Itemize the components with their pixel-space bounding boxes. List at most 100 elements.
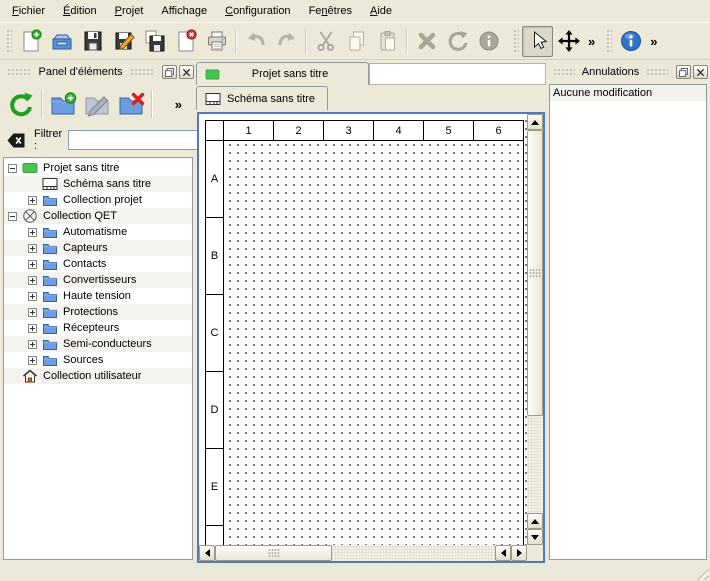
paste-button[interactable] (372, 26, 403, 57)
pan-mode-button[interactable] (553, 26, 584, 57)
new-document-button[interactable] (15, 26, 46, 57)
save-as-icon (112, 29, 136, 53)
project-info-button[interactable] (615, 26, 646, 57)
print-button[interactable] (201, 26, 232, 57)
scroll-left-button[interactable] (495, 545, 511, 561)
frame-column-label: 4 (373, 120, 424, 141)
folder-icon (42, 352, 59, 368)
tree-item-capteurs[interactable]: Capteurs (4, 240, 192, 256)
scroll-up-button[interactable] (527, 114, 543, 130)
undo-history-list[interactable]: Aucune modification (549, 84, 707, 560)
scroll-left-button[interactable] (199, 545, 215, 561)
tree-item-projet-sans-titre[interactable]: Projet sans titre (4, 160, 192, 176)
expand-expander[interactable] (28, 340, 37, 349)
scrollbar-thumb[interactable] (527, 130, 543, 416)
save-all-button[interactable] (139, 26, 170, 57)
frame-column-label: 3 (323, 120, 374, 141)
collapse-expander[interactable] (8, 212, 17, 221)
tree-item-haute-tension[interactable]: Haute tension (4, 288, 192, 304)
save-as-button[interactable] (108, 26, 139, 57)
copy-button[interactable] (341, 26, 372, 57)
horizontal-scrollbar[interactable] (199, 545, 527, 561)
new-category-button[interactable] (46, 87, 80, 121)
panel-overflow-chevron[interactable]: » (171, 97, 186, 112)
collapse-expander[interactable] (8, 164, 17, 173)
cut-button[interactable] (310, 26, 341, 57)
elements-panel: Panel d'éléments » Filtrer : (0, 60, 196, 581)
schema-canvas[interactable]: 1 2 3 4 5 6 A B C D E (199, 114, 527, 545)
project-icon (205, 69, 220, 80)
undo-history-item[interactable]: Aucune modification (550, 85, 706, 102)
selection-mode-button[interactable] (522, 26, 553, 57)
close-panel-button[interactable] (179, 65, 194, 79)
menu-configuration[interactable]: Configuration (217, 2, 298, 20)
expand-expander[interactable] (28, 308, 37, 317)
delete-category-button[interactable] (114, 87, 148, 121)
vertical-scrollbar[interactable] (527, 114, 543, 545)
clear-filter-button[interactable] (6, 130, 26, 150)
close-icon (696, 68, 705, 77)
toolbar-overflow-chevron[interactable]: » (584, 34, 599, 49)
expand-expander[interactable] (28, 196, 37, 205)
tree-item-recepteurs[interactable]: Récepteurs (4, 320, 192, 336)
menu-projet[interactable]: Projet (107, 2, 152, 20)
expand-expander[interactable] (28, 228, 37, 237)
project-tab-bar: Projet sans titre (196, 62, 546, 85)
tree-item-convertisseurs[interactable]: Convertisseurs (4, 272, 192, 288)
reload-collections-button[interactable] (4, 87, 38, 121)
open-project-button[interactable] (46, 26, 77, 57)
float-panel-button[interactable] (676, 65, 691, 79)
redo-button[interactable] (271, 26, 302, 57)
tree-item-schema-sans-titre[interactable]: Schéma sans titre (4, 176, 192, 192)
scroll-right-button[interactable] (511, 545, 527, 561)
open-icon (50, 29, 74, 53)
expand-expander[interactable] (28, 244, 37, 253)
menu-aide[interactable]: Aide (362, 2, 400, 20)
tab-schema-sans-titre[interactable]: Schéma sans titre (196, 86, 328, 110)
elements-panel-titlebar[interactable]: Panel d'éléments (2, 62, 194, 82)
close-panel-button[interactable] (693, 65, 708, 79)
print-icon (205, 29, 229, 53)
menu-edition[interactable]: Édition (55, 2, 105, 20)
frame-row-label: D (205, 371, 224, 449)
toolbar-drag-handle[interactable] (605, 28, 612, 54)
toolbar-overflow-chevron[interactable]: » (646, 34, 661, 49)
scroll-down-button[interactable] (527, 529, 543, 545)
tab-bar-empty-area (369, 63, 546, 85)
toolbar-drag-handle[interactable] (5, 28, 12, 54)
toolbar-drag-handle[interactable] (512, 28, 519, 54)
tree-item-collection-utilisateur[interactable]: Collection utilisateur (4, 368, 192, 384)
frame-corner-cell (205, 120, 224, 141)
edit-category-button[interactable] (80, 87, 114, 121)
toolbar-separator (406, 28, 408, 54)
expand-expander[interactable] (28, 356, 37, 365)
tab-projet-sans-titre[interactable]: Projet sans titre (196, 62, 369, 85)
tree-item-protections[interactable]: Protections (4, 304, 192, 320)
rotate-button[interactable] (442, 26, 473, 57)
menu-affichage[interactable]: Affichage (153, 2, 215, 20)
tree-item-collection-qet[interactable]: Collection QET (4, 208, 192, 224)
float-panel-button[interactable] (162, 65, 177, 79)
undo-button[interactable] (240, 26, 271, 57)
scroll-up-button[interactable] (527, 513, 543, 529)
expand-expander[interactable] (28, 276, 37, 285)
scrollbar-thumb[interactable] (215, 545, 332, 561)
tree-item-collection-projet[interactable]: Collection projet (4, 192, 192, 208)
expand-expander[interactable] (28, 324, 37, 333)
element-info-button[interactable] (473, 26, 504, 57)
save-button[interactable] (77, 26, 108, 57)
tree-item-automatisme[interactable]: Automatisme (4, 224, 192, 240)
delete-button[interactable] (411, 26, 442, 57)
menu-fenetres[interactable]: Fenêtres (301, 2, 360, 20)
elements-tree[interactable]: Projet sans titre Schéma sans titre Coll… (3, 157, 193, 560)
expand-expander[interactable] (28, 292, 37, 301)
float-icon (679, 68, 688, 77)
tree-item-semi-conducteurs[interactable]: Semi-conducteurs (4, 336, 192, 352)
menu-fichier[interactable]: Fichier (4, 2, 53, 20)
tree-item-contacts[interactable]: Contacts (4, 256, 192, 272)
close-icon (182, 68, 191, 77)
close-document-button[interactable] (170, 26, 201, 57)
undo-panel-titlebar[interactable]: Annulations (548, 62, 708, 82)
expand-expander[interactable] (28, 260, 37, 269)
tree-item-sources[interactable]: Sources (4, 352, 192, 368)
